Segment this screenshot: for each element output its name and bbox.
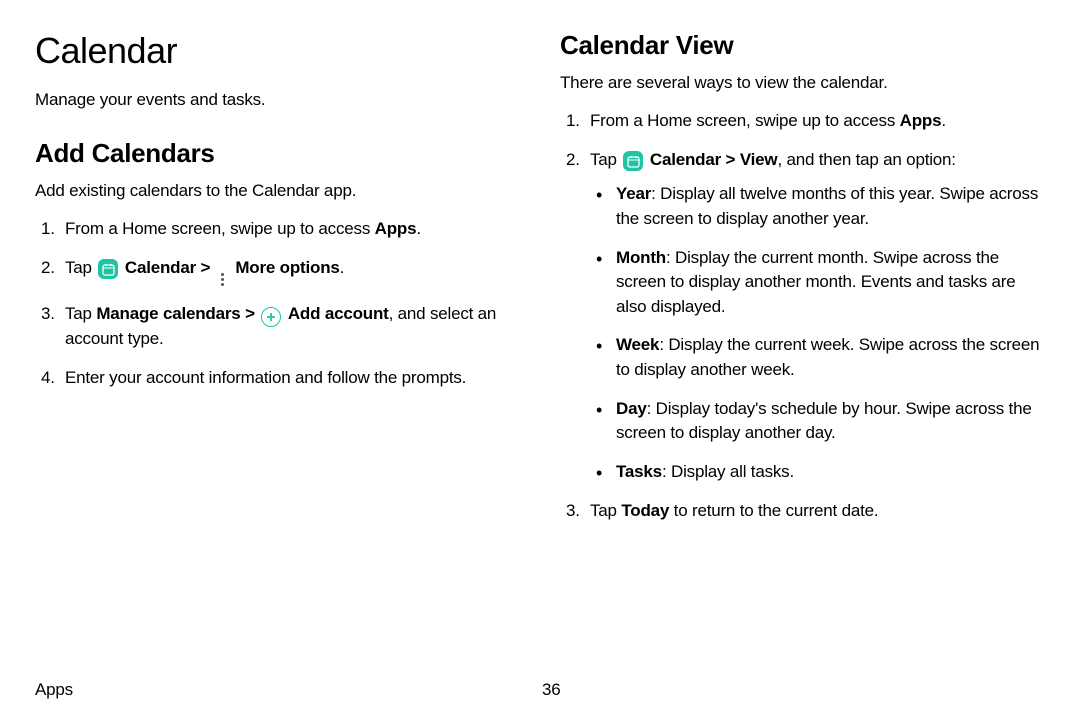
step-3: Tap Manage calendars > Add account, and … (35, 302, 520, 352)
add-calendars-steps: From a Home screen, swipe up to access A… (35, 217, 520, 390)
step-1: From a Home screen, swipe up to access A… (35, 217, 520, 242)
left-column: Calendar Manage your events and tasks. A… (35, 30, 520, 537)
page-title: Calendar (35, 30, 520, 72)
step-3: Tap Today to return to the current date. (560, 499, 1045, 524)
section-heading-calendar-view: Calendar View (560, 30, 1045, 61)
step-2: Tap Calendar > More options. (35, 256, 520, 289)
option-month: Month: Display the current month. Swipe … (590, 246, 1045, 320)
more-options-icon (216, 270, 230, 288)
calendar-app-icon (623, 151, 643, 171)
footer-section: Apps (35, 680, 538, 700)
step-2: Tap Calendar > View, and then tap an opt… (560, 148, 1045, 485)
section-intro: Add existing calendars to the Calendar a… (35, 181, 520, 201)
option-year: Year: Display all twelve months of this … (590, 182, 1045, 231)
section-heading-add-calendars: Add Calendars (35, 138, 520, 169)
page-footer: Apps 36 (35, 680, 1045, 700)
calendar-view-steps: From a Home screen, swipe up to access A… (560, 109, 1045, 523)
page-subtitle: Manage your events and tasks. (35, 90, 520, 110)
footer-page-number: 36 (538, 680, 1045, 700)
view-options-list: Year: Display all twelve months of this … (590, 182, 1045, 484)
step-1: From a Home screen, swipe up to access A… (560, 109, 1045, 134)
calendar-app-icon (98, 259, 118, 279)
option-tasks: Tasks: Display all tasks. (590, 460, 1045, 485)
step-4: Enter your account information and follo… (35, 366, 520, 391)
section-intro: There are several ways to view the calen… (560, 73, 1045, 93)
add-account-plus-icon (261, 307, 281, 327)
option-day: Day: Display today's schedule by hour. S… (590, 397, 1045, 446)
option-week: Week: Display the current week. Swipe ac… (590, 333, 1045, 382)
right-column: Calendar View There are several ways to … (560, 30, 1045, 537)
